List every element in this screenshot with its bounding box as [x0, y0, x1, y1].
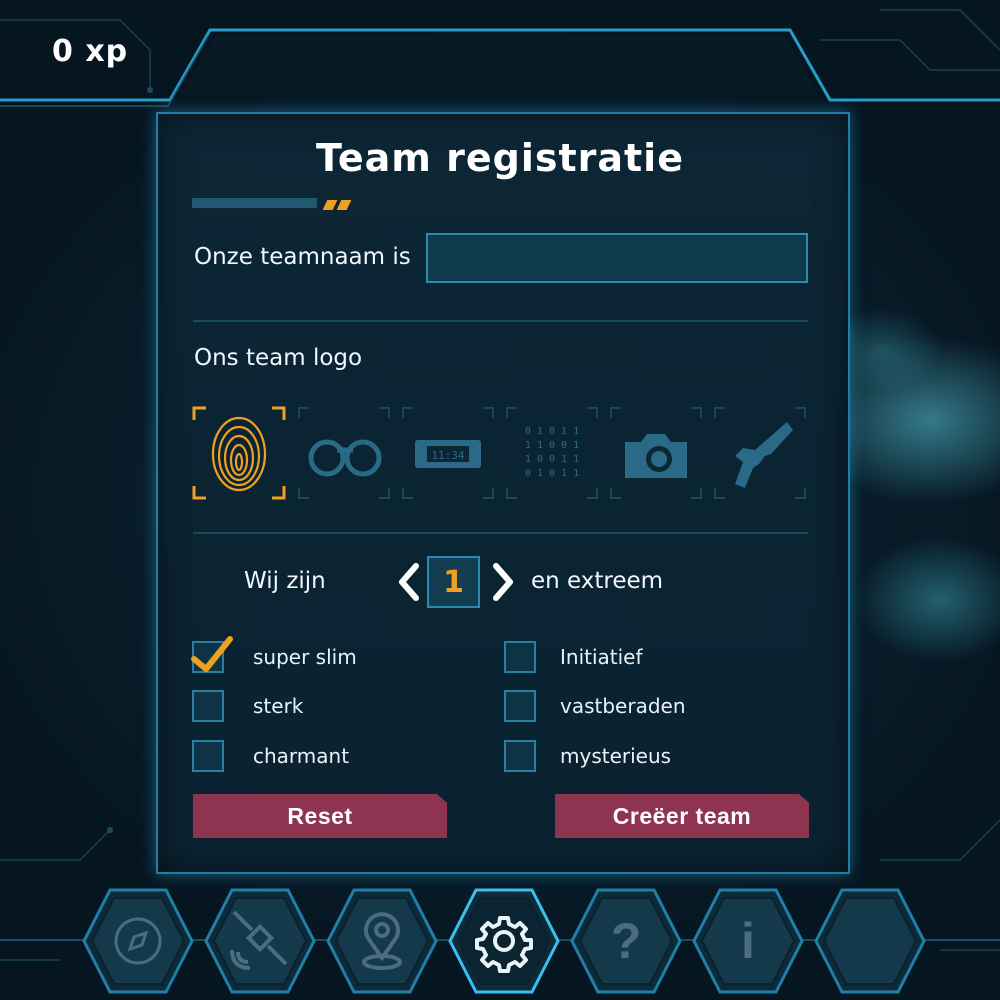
binary-line: 1 1 0 0 1	[525, 440, 579, 451]
logo-option-camera[interactable]	[609, 406, 703, 500]
trait-checkbox-initiatief[interactable]	[504, 641, 536, 673]
level-value: 1	[427, 556, 480, 608]
panel-title: Team registratie	[316, 136, 684, 180]
map-pin-icon	[326, 888, 438, 994]
logo-option-binoculars[interactable]	[297, 406, 391, 500]
question-glyph: ?	[611, 913, 642, 969]
logo-option-fingerprint[interactable]	[192, 406, 286, 500]
nav-satellite[interactable]	[204, 886, 316, 996]
satellite-icon	[204, 888, 316, 994]
binary-line: 0 1 0 1 1	[525, 468, 579, 479]
gear-icon	[448, 888, 560, 994]
timer-text: 11:34	[431, 449, 464, 462]
trait-checkbox-vastberaden[interactable]	[504, 690, 536, 722]
logo-option-timer[interactable]: 11:34	[401, 406, 495, 500]
reset-button[interactable]: Reset	[193, 794, 447, 838]
chevron-right-icon[interactable]	[488, 560, 518, 604]
question-icon: ?	[570, 888, 682, 994]
level-prefix: Wij zijn	[244, 568, 326, 594]
nav-settings[interactable]	[448, 886, 560, 996]
xp-counter: 0 xp	[52, 34, 129, 69]
create-team-button[interactable]: Creëer team	[555, 794, 809, 838]
trait-label: super slim	[253, 645, 357, 669]
info-glyph: i	[741, 913, 755, 969]
pistol-icon	[714, 407, 806, 499]
nav-compass[interactable]	[82, 886, 194, 996]
empty-hex-icon	[814, 888, 926, 994]
trait-checkbox-charmant[interactable]	[192, 740, 224, 772]
trait-label: charmant	[253, 744, 350, 768]
teamname-input[interactable]	[426, 233, 808, 283]
compass-icon	[82, 888, 194, 994]
level-suffix: en extreem	[531, 568, 664, 594]
info-icon: i	[692, 888, 804, 994]
trait-label: Initiatief	[560, 645, 643, 669]
trait-label: mysterieus	[560, 744, 672, 768]
trait-checkbox-super-slim[interactable]	[191, 636, 233, 673]
binary-code-icon: 0 1 0 1 1 1 1 0 0 1 1 0 0 1 1 0 1 0 1 1	[506, 407, 598, 499]
nav-help[interactable]: ?	[570, 886, 682, 996]
divider	[193, 320, 808, 322]
timer-device-icon: 11:34	[402, 407, 494, 499]
checkmark-icon	[191, 636, 233, 672]
nav-info[interactable]: i	[692, 886, 804, 996]
trait-label: vastberaden	[560, 694, 686, 718]
fingerprint-icon	[192, 406, 286, 500]
logo-option-pistol[interactable]	[713, 406, 807, 500]
header-frame	[0, 28, 1000, 107]
binary-line: 0 1 0 1 1	[525, 426, 579, 437]
camera-icon	[610, 407, 702, 499]
trait-label: sterk	[253, 694, 304, 718]
teamname-label: Onze teamnaam is	[194, 244, 411, 270]
chevron-left-icon[interactable]	[394, 560, 424, 604]
divider	[193, 532, 808, 534]
trait-checkbox-mysterieus[interactable]	[504, 740, 536, 772]
nav-empty-slot	[814, 886, 926, 996]
trait-checkbox-sterk[interactable]	[192, 690, 224, 722]
nav-map-pin[interactable]	[326, 886, 438, 996]
binary-line: 1 0 0 1 1	[525, 454, 579, 465]
binoculars-icon	[298, 407, 390, 499]
logo-option-binary[interactable]: 0 1 0 1 1 1 1 0 0 1 1 0 0 1 1 0 1 0 1 1	[505, 406, 599, 500]
logo-label: Ons team logo	[194, 345, 363, 371]
title-underline	[192, 198, 317, 208]
